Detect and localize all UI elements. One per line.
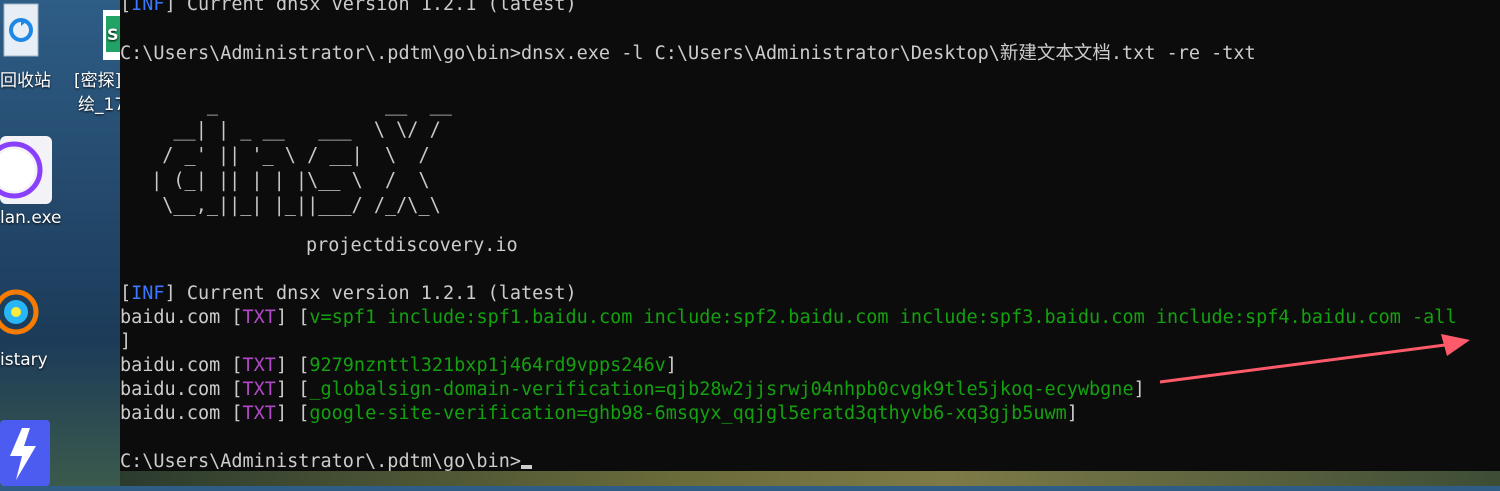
result-host: baidu.com [120,403,221,424]
record-value: _globalsign-domain-verification=qjb28w2j… [309,379,1134,400]
lan-app-icon[interactable] [0,136,52,204]
result-row: baidu.com [TXT] [_globalsign-domain-veri… [120,379,1145,400]
result-host: baidu.com [120,355,221,376]
prompt-line[interactable]: C:\Users\Administrator\.pdtm\go\bin> [120,450,532,471]
history-app-label: istary [0,350,48,370]
dnsx-ascii-banner: _ __ __ __| | _ __ ___ \ \/ / / _' || '_… [151,94,452,217]
prompt-path: C:\Users\Administrator\.pdtm\go\bin> [120,43,521,64]
record-type: TXT [242,307,276,328]
projectdiscovery-text: projectdiscovery.io [306,235,518,256]
encrypted-doc-label: [密探] [74,71,122,91]
version-info-line: [INF] Current dnsx version 1.2.1 (latest… [120,283,577,304]
record-value: v=spf1 include:spf1.baidu.com include:sp… [309,307,1457,328]
info-tag: INF [131,283,165,304]
result-row-close: ] [120,331,132,352]
prompt-path: C:\Users\Administrator\.pdtm\go\bin> [120,451,521,471]
record-type: TXT [242,379,276,400]
info-text: Current dnsx version 1.2.1 (latest) [186,283,577,304]
lightning-app-icon[interactable] [0,420,50,486]
terminal-window[interactable]: [INF] Current dnsx version 1.2.1 (latest… [120,0,1500,471]
result-host: baidu.com [120,379,221,400]
encrypted-doc-sublabel: 绘_17 [78,95,126,115]
command-text: dnsx.exe -l C:\Users\Administrator\Deskt… [520,43,1256,64]
result-row: baidu.com [TXT] [9279nznttl321bxp1j464rd… [120,355,677,376]
info-text: Current dnsx version 1.2.1 (latest) [186,0,577,15]
record-value: google-site-verification=ghb98-6msqyx_qq… [309,403,1067,424]
recycle-bin-label: 回收站 [0,71,51,91]
encrypted-doc-icon[interactable]: S [100,10,120,62]
recycle-bin-icon[interactable] [0,0,42,62]
result-row: baidu.com [TXT] [v=spf1 include:spf1.bai… [120,307,1457,328]
top-info-line: [INF] Current dnsx version 1.2.1 (latest… [120,0,577,17]
history-app-icon[interactable] [0,280,44,344]
lan-app-label: lan.exe [0,208,62,228]
info-tag: INF [131,0,165,15]
desktop-area: 回收站 S [密探] 绘_17 lan.exe istary [0,0,125,486]
result-host: baidu.com [120,307,221,328]
record-value: 9279nznttl321bxp1j464rd9vpps246v [309,355,666,376]
record-type: TXT [242,403,276,424]
text-cursor [520,465,532,469]
command-line: C:\Users\Administrator\.pdtm\go\bin>dnsx… [120,42,1256,66]
result-row: baidu.com [TXT] [google-site-verificatio… [120,403,1078,424]
desktop-wallpaper-strip [120,471,1500,486]
record-type: TXT [242,355,276,376]
svg-text:S: S [107,25,119,44]
